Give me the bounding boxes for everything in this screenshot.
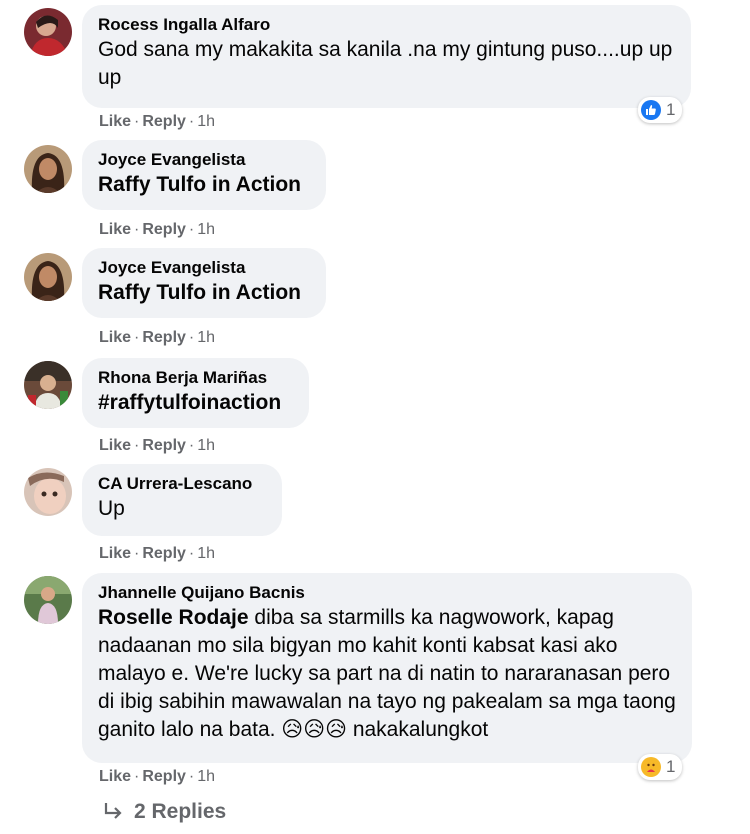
mention-link[interactable]: Raffy Tulfo in Action xyxy=(98,281,301,304)
avatar[interactable] xyxy=(24,145,72,193)
separator-dot: · xyxy=(188,221,195,238)
timestamp[interactable]: 1h xyxy=(197,768,215,785)
avatar[interactable] xyxy=(24,253,72,301)
timestamp[interactable]: 1h xyxy=(197,329,215,346)
like-link[interactable]: Like xyxy=(99,545,131,562)
view-replies-button[interactable]: 2 Replies xyxy=(102,800,226,824)
comment-author[interactable]: CA Urrera-Lescano xyxy=(98,473,266,495)
avatar[interactable] xyxy=(24,8,72,56)
replies-label: 2 Replies xyxy=(134,800,227,823)
mention-link[interactable]: Raffy Tulfo in Action xyxy=(98,173,301,196)
separator-dot: · xyxy=(188,113,195,130)
like-reaction-icon xyxy=(641,100,661,120)
comment-author[interactable]: Rhona Berja Mariñas xyxy=(98,367,293,389)
comment-actions: Like · Reply · 1h xyxy=(99,437,215,455)
like-link[interactable]: Like xyxy=(99,113,131,130)
care-reaction-icon xyxy=(641,757,661,777)
separator-dot: · xyxy=(134,329,140,346)
reaction-count[interactable]: 1 xyxy=(638,97,683,123)
comment-actions: Like · Reply · 1h xyxy=(99,329,215,347)
separator-dot: · xyxy=(134,113,140,130)
hashtag-link[interactable]: #raffytulfoinaction xyxy=(98,391,281,414)
reply-link[interactable]: Reply xyxy=(142,768,186,785)
comment-author[interactable]: Rocess Ingalla Alfaro xyxy=(98,14,675,36)
reaction-count-number: 1 xyxy=(666,757,676,776)
comment-text: Up xyxy=(98,497,125,520)
separator-dot: · xyxy=(188,768,195,785)
separator-dot: · xyxy=(134,437,140,454)
comment-actions: Like · Reply · 1h xyxy=(99,221,215,239)
comment-bubble: Jhannelle Quijano Bacnis Roselle Rodaje … xyxy=(82,573,692,763)
like-link[interactable]: Like xyxy=(99,768,131,785)
avatar[interactable] xyxy=(24,468,72,516)
comment-actions: Like · Reply · 1h xyxy=(99,768,215,786)
separator-dot: · xyxy=(188,437,195,454)
like-link[interactable]: Like xyxy=(99,329,131,346)
timestamp[interactable]: 1h xyxy=(197,113,215,130)
reaction-count-number: 1 xyxy=(666,100,676,119)
comment-text: Raffy Tulfo in Action xyxy=(98,171,310,199)
reply-link[interactable]: Reply xyxy=(142,221,186,238)
comment-author[interactable]: Joyce Evangelista xyxy=(98,149,310,171)
comment-bubble: Joyce Evangelista Raffy Tulfo in Action xyxy=(82,248,326,318)
comment-author[interactable]: Jhannelle Quijano Bacnis xyxy=(98,582,676,604)
reply-link[interactable]: Reply xyxy=(142,437,186,454)
comment-text: Roselle Rodaje diba sa starmills ka nagw… xyxy=(98,604,676,744)
mention-link[interactable]: Roselle Rodaje xyxy=(98,606,249,629)
comment-author[interactable]: Joyce Evangelista xyxy=(98,257,310,279)
reply-link[interactable]: Reply xyxy=(142,113,186,130)
avatar[interactable] xyxy=(24,361,72,409)
reaction-count[interactable]: 1 xyxy=(638,754,683,780)
separator-dot: · xyxy=(134,768,140,785)
reply-arrow-icon xyxy=(102,801,124,823)
like-link[interactable]: Like xyxy=(99,221,131,238)
timestamp[interactable]: 1h xyxy=(197,221,215,238)
comment-text: God sana my makakita sa kanila .na my gi… xyxy=(98,38,673,89)
separator-dot: · xyxy=(188,329,195,346)
reply-link[interactable]: Reply xyxy=(142,545,186,562)
comment-bubble: Rocess Ingalla Alfaro God sana my makaki… xyxy=(82,5,691,108)
avatar[interactable] xyxy=(24,576,72,624)
comment-bubble: Rhona Berja Mariñas #raffytulfoinaction xyxy=(82,358,309,428)
separator-dot: · xyxy=(134,545,140,562)
comment-bubble: Joyce Evangelista Raffy Tulfo in Action xyxy=(82,140,326,210)
timestamp[interactable]: 1h xyxy=(197,437,215,454)
comment-actions: Like · Reply · 1h xyxy=(99,545,215,563)
separator-dot: · xyxy=(188,545,195,562)
separator-dot: · xyxy=(134,221,140,238)
timestamp[interactable]: 1h xyxy=(197,545,215,562)
reply-link[interactable]: Reply xyxy=(142,329,186,346)
comment-bubble: CA Urrera-Lescano Up xyxy=(82,464,282,536)
like-link[interactable]: Like xyxy=(99,437,131,454)
comment-text: Raffy Tulfo in Action xyxy=(98,279,310,307)
comment-actions: Like · Reply · 1h xyxy=(99,113,215,131)
comment-text: #raffytulfoinaction xyxy=(98,389,293,417)
